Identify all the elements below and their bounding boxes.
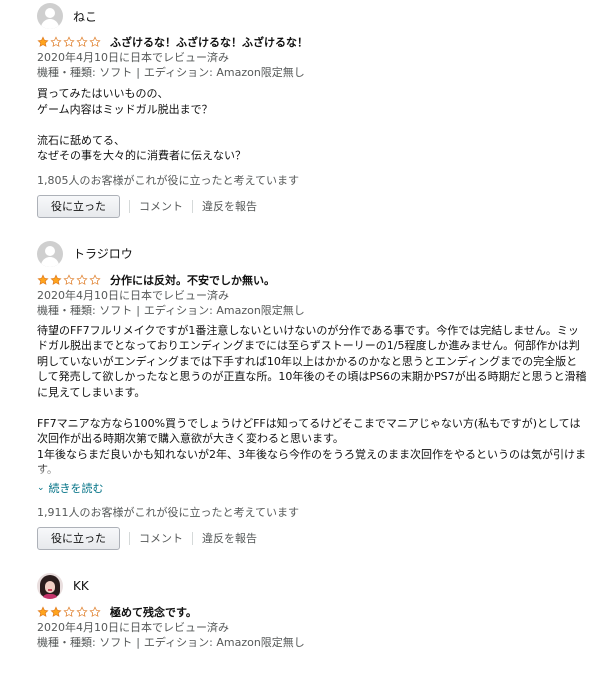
star-icon [63, 605, 75, 617]
star-icon [50, 273, 62, 285]
star-rating[interactable] [37, 273, 102, 286]
edition-label: エディション: Amazon限定無し [143, 66, 305, 79]
star-icon [50, 36, 62, 47]
star-icon [50, 605, 62, 617]
star-icon [76, 605, 88, 617]
reviewer-profile[interactable]: KK [37, 572, 600, 600]
user-photo-icon [37, 572, 63, 599]
helpful-count: 1,805人のお客様がこれが役に立ったと考えています [37, 173, 299, 187]
helpful-count: 1,911人のお客様がこれが役に立ったと考えています [37, 505, 299, 519]
star-icon [89, 273, 101, 285]
review-date: 2020年4月10日に日本でレビュー済み [37, 620, 229, 634]
review-format: 機種・種類: ソフト | エディション: Amazon限定無し [37, 65, 600, 80]
reviewer-name[interactable]: トラジロウ [73, 245, 133, 262]
format-label: 機種・種類: ソフト [37, 303, 133, 317]
review-body-text: 買ってみたはいいものの、 ゲーム内容はミッドガル脱出まで？ 流石に舐めてる、 な… [37, 87, 246, 162]
star-icon [37, 36, 49, 47]
review-body: 待望のFF7フルリメイクですが1番注意しないといけないのが分作である事です。今作… [37, 323, 600, 478]
format-label: 機種・種類: ソフト [37, 66, 133, 79]
format-divider: | [136, 66, 140, 79]
reviewer-name[interactable]: ねこ [73, 8, 97, 25]
star-icon [76, 273, 88, 285]
reviewer-profile[interactable]: トラジロウ [37, 240, 600, 268]
review: KK 極めて残念です。 2020年4月10日に日本でレビュー済み 機種・種類: … [0, 550, 600, 650]
report-abuse-link[interactable]: 違反を報告 [202, 530, 257, 546]
helpful-button[interactable]: 役に立った [37, 194, 120, 218]
action-divider [129, 199, 130, 213]
action-divider [192, 531, 193, 545]
reviewer-name[interactable]: KK [73, 579, 89, 593]
star-icon [37, 605, 49, 617]
text-fade [37, 463, 600, 478]
edition-label: エディション: Amazon限定無し [143, 303, 305, 317]
star-icon [89, 36, 101, 47]
review-title[interactable]: 極めて残念です。 [110, 604, 197, 620]
review-body-text: 待望のFF7フルリメイクですが1番注意しないといけないのが分作である事です。今作… [37, 323, 587, 477]
review-title[interactable]: ふざけるな！ふざけるな！ふざけるな！ [110, 34, 308, 50]
review-actions: 役に立った コメント 違反を報告 [37, 526, 600, 550]
star-icon [89, 605, 101, 617]
read-more-link[interactable]: ⌄ 続きを読む [37, 480, 600, 496]
review-date: 2020年4月10日に日本でレビュー済み [37, 288, 229, 302]
review-format: 機種・種類: ソフト | エディション: Amazon限定無し [37, 303, 600, 318]
person-silhouette-icon [37, 240, 63, 267]
format-divider: | [136, 303, 140, 317]
review: ねこ ふざけるな！ふざけるな！ふざけるな！ 2020年4月10日に日本でレビュー… [0, 0, 600, 218]
star-rating[interactable] [37, 605, 102, 618]
action-divider [192, 199, 193, 213]
review-actions: 役に立った コメント 違反を報告 [37, 194, 600, 218]
format-label: 機種・種類: ソフト [37, 635, 133, 649]
star-icon [63, 273, 75, 285]
review-date: 2020年4月10日に日本でレビュー済み [37, 51, 229, 64]
reviewer-profile[interactable]: ねこ [37, 2, 600, 30]
action-divider [129, 531, 130, 545]
helpful-button[interactable]: 役に立った [37, 526, 120, 550]
read-more-label[interactable]: 続きを読む [49, 480, 104, 496]
review-format: 機種・種類: ソフト | エディション: Amazon限定無し [37, 635, 600, 650]
review: トラジロウ 分作には反対。不安でしか無い。 2020年4月10日に日本でレビュー… [0, 218, 600, 550]
comment-link[interactable]: コメント [139, 530, 183, 546]
star-icon [63, 36, 75, 47]
review-title[interactable]: 分作には反対。不安でしか無い。 [110, 272, 275, 288]
star-icon [76, 36, 88, 47]
person-silhouette-icon [37, 3, 63, 29]
star-icon [37, 273, 49, 285]
report-abuse-link[interactable]: 違反を報告 [202, 198, 257, 214]
review-body: 買ってみたはいいものの、 ゲーム内容はミッドガル脱出まで？ 流石に舐めてる、 な… [37, 86, 600, 164]
star-rating[interactable] [37, 36, 102, 48]
edition-label: エディション: Amazon限定無し [143, 635, 305, 649]
comment-link[interactable]: コメント [139, 198, 183, 214]
format-divider: | [136, 635, 140, 649]
chevron-down-icon: ⌄ [37, 482, 45, 493]
